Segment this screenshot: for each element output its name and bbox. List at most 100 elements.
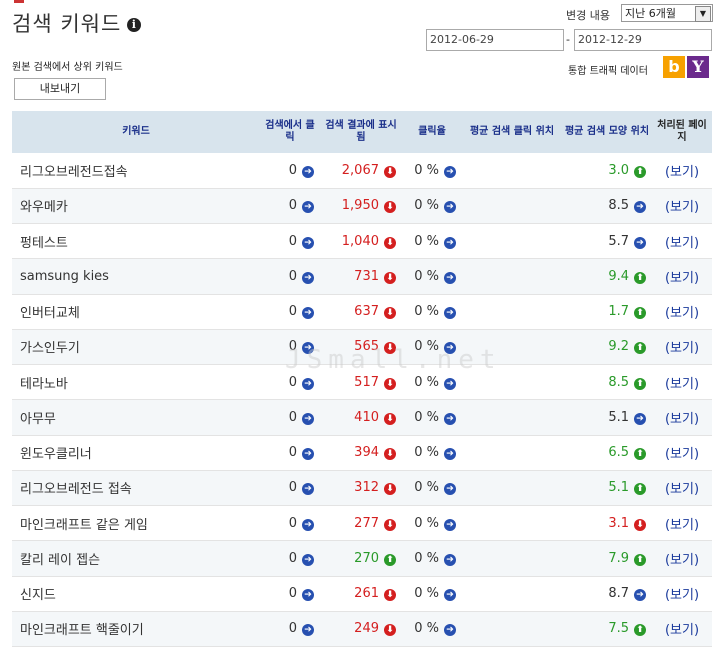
keyword-cell[interactable]: 와우메카 (12, 188, 260, 225)
impressions-value: 517 (354, 374, 379, 390)
date-from-input[interactable]: 2012-06-29 (426, 29, 564, 51)
trend-down-icon: ⬇ (384, 483, 396, 496)
impressions-value: 2,067 (341, 162, 379, 178)
view-link[interactable]: (보기) (665, 447, 699, 462)
view-link[interactable]: (보기) (665, 306, 699, 321)
ctr-cell: 0 % ➔ (402, 188, 462, 225)
table-row: 인버터교체 0 ➔ 637 ⬇ 0 % ➔ 1.7 ⬆ (보기) (12, 294, 712, 330)
date-separator: - (566, 33, 570, 46)
table-row: 아무무 0 ➔ 410 ⬇ 0 % ➔ 5.1 ➔ (보기) (12, 399, 712, 436)
trend-down-icon: ⬇ (634, 518, 646, 531)
info-icon[interactable]: i (127, 18, 142, 32)
view-link[interactable]: (보기) (665, 482, 699, 497)
trend-right-icon: ➔ (302, 483, 314, 496)
avg-position-cell: 6.5 ⬆ (562, 435, 652, 471)
range-label: 변경 내용 (566, 9, 610, 22)
ctr-value: 0 % (414, 550, 439, 566)
keyword-cell[interactable]: 인버터교체 (12, 294, 260, 330)
ctr-value: 0 % (414, 233, 439, 249)
avg-position-cell: 8.5 ➔ (562, 188, 652, 225)
view-link[interactable]: (보기) (665, 588, 699, 603)
avg-position-cell: 1.7 ⬆ (562, 294, 652, 330)
ctr-cell: 0 % ➔ (402, 435, 462, 471)
impressions-value: 731 (354, 268, 379, 284)
trend-right-icon: ➔ (444, 589, 456, 602)
keyword-cell[interactable]: 마인크래프트 같은 게임 (12, 505, 260, 542)
ctr-value: 0 % (414, 445, 439, 461)
date-to-input[interactable]: 2012-12-29 (574, 29, 712, 51)
keyword-cell[interactable]: samsung kies (12, 258, 260, 295)
col-header-avg-click-position[interactable]: 평균 검색 클릭 위치 (462, 111, 562, 153)
trend-right-icon: ➔ (634, 236, 646, 249)
export-button[interactable]: 내보내기 (14, 78, 106, 100)
keyword-cell[interactable]: 가스인두기 (12, 329, 260, 366)
view-cell: (보기) (652, 188, 712, 225)
col-header-impressions[interactable]: 검색 결과에 표시됨 (320, 111, 402, 153)
chevron-down-icon[interactable]: ▼ (695, 6, 711, 22)
col-header-avg-position[interactable]: 평균 검색 모양 위치 (562, 111, 652, 153)
avg-click-position-cell (462, 223, 562, 260)
keyword-cell[interactable]: 신지드 (12, 576, 260, 612)
keyword-cell[interactable]: 칼리 레이 젭슨 (12, 540, 260, 577)
col-header-clicks[interactable]: 검색에서 클릭 (260, 111, 320, 153)
view-link[interactable]: (보기) (665, 341, 699, 356)
avg-position-value: 1.7 (608, 304, 629, 320)
avg-position-value: 7.9 (608, 550, 629, 566)
yahoo-icon[interactable]: Y (687, 56, 709, 78)
avg-position-cell: 7.9 ⬆ (562, 540, 652, 577)
clicks-value: 0 (288, 550, 297, 566)
keyword-cell[interactable]: 아무무 (12, 399, 260, 436)
keyword-cell[interactable]: 리그오브레전드 접속 (12, 470, 260, 507)
clicks-value: 0 (288, 233, 297, 249)
view-link[interactable]: (보기) (665, 518, 699, 533)
col-header-ctr[interactable]: 클릭율 (402, 111, 462, 153)
keyword-cell[interactable]: 윈도우클리너 (12, 435, 260, 471)
clicks-value: 0 (288, 515, 297, 531)
trend-right-icon: ➔ (444, 518, 456, 531)
trend-right-icon: ➔ (444, 165, 456, 178)
impressions-value: 1,040 (341, 233, 379, 249)
ctr-cell: 0 % ➔ (402, 470, 462, 507)
impressions-value: 1,950 (341, 198, 379, 214)
view-link[interactable]: (보기) (665, 165, 699, 180)
keyword-cell[interactable]: 리그오브레전드접속 (12, 153, 260, 189)
bing-icon[interactable]: b (663, 56, 685, 78)
trend-up-icon: ⬆ (634, 483, 646, 496)
view-link[interactable]: (보기) (665, 412, 699, 427)
view-link[interactable]: (보기) (665, 377, 699, 392)
view-link[interactable]: (보기) (665, 271, 699, 286)
page-title: 검색 키워드 i (12, 8, 142, 38)
avg-position-cell: 9.2 ⬆ (562, 329, 652, 366)
avg-position-value: 9.4 (608, 268, 629, 284)
keyword-cell[interactable]: 테라노바 (12, 364, 260, 401)
impressions-value: 261 (354, 586, 379, 602)
range-select[interactable]: 지난 6개월 ▼ (621, 4, 713, 22)
clicks-value: 0 (288, 304, 297, 320)
table-row: 와우메카 0 ➔ 1,950 ⬇ 0 % ➔ 8.5 ➔ (보기) (12, 188, 712, 225)
avg-click-position-cell (462, 540, 562, 577)
impressions-value: 394 (354, 445, 379, 461)
clicks-cell: 0 ➔ (260, 258, 320, 295)
view-link[interactable]: (보기) (665, 623, 699, 638)
keyword-cell[interactable]: 마인크래프트 핵줄이기 (12, 611, 260, 648)
trend-right-icon: ➔ (302, 518, 314, 531)
watermark: JSmall.net (285, 345, 502, 375)
avg-click-position-cell (462, 153, 562, 189)
impressions-cell: 1,040 ⬇ (320, 223, 402, 260)
trend-right-icon: ➔ (444, 483, 456, 496)
keyword-cell[interactable]: 펑테스트 (12, 223, 260, 260)
ctr-value: 0 % (414, 162, 439, 178)
trend-right-icon: ➔ (444, 307, 456, 320)
trend-up-icon: ⬆ (634, 307, 646, 320)
table-row: 마인크래프트 핵줄이기 0 ➔ 249 ⬇ 0 % ➔ 7.5 ⬆ (보기) (12, 611, 712, 648)
avg-click-position-cell (462, 188, 562, 225)
avg-position-value: 3.1 (608, 515, 629, 531)
avg-click-position-cell (462, 505, 562, 542)
clicks-value: 0 (288, 586, 297, 602)
view-link[interactable]: (보기) (665, 553, 699, 568)
view-link[interactable]: (보기) (665, 236, 699, 251)
ctr-cell: 0 % ➔ (402, 399, 462, 436)
col-header-keyword[interactable]: 키워드 (12, 111, 260, 153)
view-link[interactable]: (보기) (665, 200, 699, 215)
avg-position-value: 5.1 (608, 409, 629, 425)
